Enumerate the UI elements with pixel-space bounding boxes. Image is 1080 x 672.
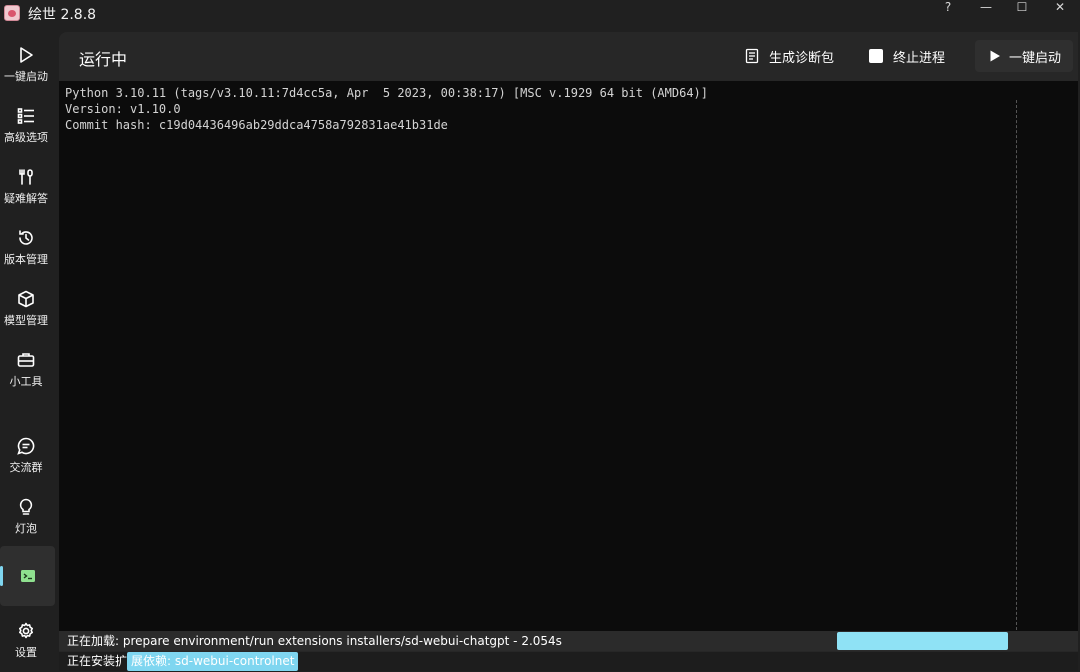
- history-icon: [19, 230, 33, 245]
- sidebar-item-community[interactable]: 交流群: [0, 427, 52, 487]
- stop-process-checkbox[interactable]: [869, 49, 883, 63]
- window-title: 绘世 2.8.8: [28, 7, 97, 23]
- scrollbar[interactable]: [1016, 100, 1020, 640]
- sidebar: 一键启动 高级选项 疑难解答 版本管理 模型管理 小工具 交流群 灯泡 设置: [0, 28, 58, 671]
- sidebar-item-label: 版本管理: [4, 253, 48, 266]
- page-title: 运行中: [79, 50, 128, 69]
- list-icon: [17, 108, 34, 124]
- install-status-highlight: 展依赖: sd-webui-controlnet: [127, 652, 299, 671]
- sidebar-item-label: 一键启动: [4, 70, 48, 83]
- console-line: Python 3.10.11 (tags/v3.10.11:7d4cc5a, A…: [65, 86, 708, 100]
- install-status-prefix: 正在安装扩: [67, 654, 128, 668]
- cube-icon: [18, 290, 34, 308]
- one-click-start-label: 一键启动: [1009, 50, 1062, 66]
- close-button[interactable]: ✕: [1042, 0, 1078, 14]
- sidebar-item-bulb[interactable]: 灯泡: [0, 488, 52, 548]
- play-icon: [990, 50, 1000, 62]
- sidebar-item-models[interactable]: 模型管理: [0, 280, 52, 340]
- sidebar-item-label: 设置: [15, 646, 37, 659]
- help-button[interactable]: ?: [930, 0, 966, 14]
- sidebar-item-launch[interactable]: 一键启动: [0, 36, 52, 96]
- sidebar-item-label: 灯泡: [15, 522, 37, 535]
- install-status: 正在安装扩 展依赖: sd-webui-controlnet: [59, 652, 1078, 671]
- progress-bar: [837, 632, 1008, 650]
- bulb-icon: [19, 498, 33, 515]
- document-icon: [745, 48, 759, 64]
- sidebar-item-label: 小工具: [9, 375, 43, 388]
- stop-process-button[interactable]: 终止进程: [869, 40, 959, 72]
- sidebar-item-label: 模型管理: [4, 314, 48, 327]
- diagnostic-package-label: 生成诊断包: [769, 50, 835, 66]
- gear-icon: [19, 622, 33, 639]
- one-click-start-button[interactable]: 一键启动: [975, 40, 1073, 72]
- console-line: Commit hash: c19d04436496ab29ddca4758a79…: [65, 118, 448, 132]
- maximize-button[interactable]: ☐: [1004, 0, 1040, 14]
- tools-icon: [19, 169, 33, 185]
- sidebar-item-tools[interactable]: 小工具: [0, 341, 52, 401]
- sidebar-item-settings[interactable]: 设置: [0, 612, 52, 672]
- title-bar: 绘世 2.8.8 ? — ☐ ✕: [0, 0, 1080, 28]
- sidebar-item-label: 高级选项: [4, 131, 48, 144]
- sidebar-item-console[interactable]: [0, 546, 55, 606]
- diagnostic-package-button[interactable]: 生成诊断包: [745, 40, 845, 72]
- play-icon: [20, 47, 33, 63]
- chat-icon: [17, 437, 35, 455]
- toolbox-icon: [17, 353, 35, 367]
- sidebar-item-label: 交流群: [9, 461, 43, 474]
- sidebar-item-troubleshoot[interactable]: 疑难解答: [0, 158, 52, 218]
- main-panel: 运行中 生成诊断包 终止进程 一键启动 Python 3.10.11 (tags…: [59, 32, 1078, 671]
- minimize-button[interactable]: —: [968, 0, 1004, 14]
- sidebar-item-label: 疑难解答: [4, 192, 48, 205]
- console-icon: [20, 570, 35, 582]
- stop-process-label: 终止进程: [893, 50, 946, 66]
- sidebar-item-advanced[interactable]: 高级选项: [0, 97, 52, 157]
- app-logo-icon: [4, 5, 20, 21]
- console-output[interactable]: Python 3.10.11 (tags/v3.10.11:7d4cc5a, A…: [59, 81, 1078, 631]
- console-line: Version: v1.10.0: [65, 102, 181, 116]
- sidebar-item-versions[interactable]: 版本管理: [0, 219, 52, 279]
